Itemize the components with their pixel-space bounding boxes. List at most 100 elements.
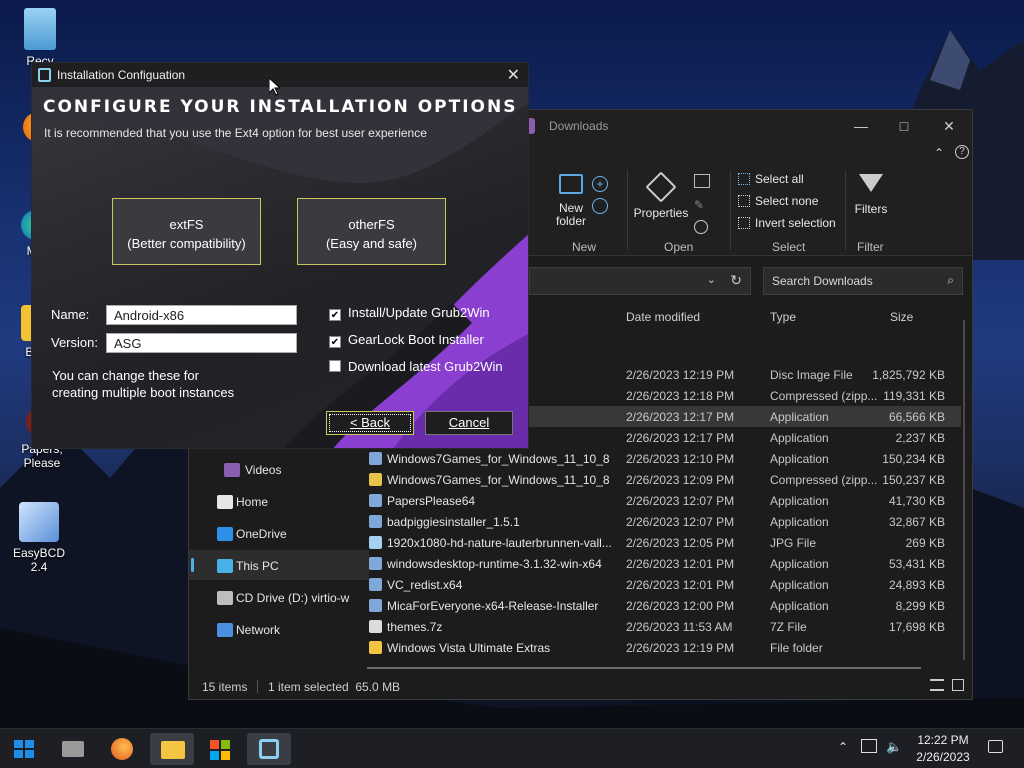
- file-type: File folder: [770, 641, 823, 655]
- open-icon[interactable]: [694, 174, 710, 188]
- nav-item[interactable]: CD Drive (D:) virtio-w: [189, 582, 369, 612]
- nav-item-label: This PC: [236, 559, 279, 573]
- file-row[interactable]: MicaForEveryone-x64-Release-Installer 2/2…: [367, 595, 961, 616]
- network-status-icon[interactable]: [861, 739, 877, 753]
- installer-taskbar-button[interactable]: [247, 733, 291, 765]
- extfs-description: (Better compatibility): [127, 236, 246, 251]
- details-view-icon[interactable]: [930, 679, 944, 691]
- easy-access-icon[interactable]: [592, 198, 608, 214]
- file-row[interactable]: 1920x1080-hd-nature-lauterbrunnen-vall..…: [367, 532, 961, 553]
- clock-time[interactable]: 12:22 PM: [916, 733, 970, 747]
- file-row[interactable]: Windows7Games_for_Windows_11_10_8 2/26/20…: [367, 448, 961, 469]
- version-field[interactable]: ASG: [106, 333, 297, 353]
- file-type: 7Z File: [770, 620, 807, 634]
- checkbox-checked-icon[interactable]: ✔: [329, 336, 341, 348]
- select-all-label: Select all: [755, 172, 804, 186]
- file-row[interactable]: badpiggiesinstaller_1.5.1 2/26/2023 12:07…: [367, 511, 961, 532]
- edit-icon[interactable]: ✎: [694, 198, 708, 212]
- option-checkbox[interactable]: ✔ Install/Update Grub2Win: [329, 305, 490, 321]
- close-icon[interactable]: ✕: [507, 65, 520, 85]
- file-explorer-taskbar-button[interactable]: [150, 733, 194, 765]
- invert-selection-icon: [738, 217, 750, 229]
- close-button[interactable]: ✕: [939, 116, 959, 136]
- store-taskbar-button[interactable]: [198, 733, 242, 765]
- select-all-button[interactable]: Select all: [738, 172, 804, 186]
- search-placeholder: Search Downloads: [772, 274, 873, 288]
- tiles-view-icon[interactable]: [952, 679, 964, 691]
- name-label: Name:: [51, 307, 90, 322]
- minimize-button[interactable]: —: [851, 116, 871, 136]
- windows-logo-icon: [14, 740, 34, 758]
- column-header-date[interactable]: Date modified: [626, 310, 700, 324]
- select-none-icon: [738, 195, 750, 207]
- group-open-label: Open: [664, 240, 694, 254]
- invert-selection-button[interactable]: Invert selection: [738, 216, 836, 230]
- select-none-button[interactable]: Select none: [738, 194, 818, 208]
- file-size: 32,867 KB: [888, 515, 945, 529]
- column-header-type[interactable]: Type: [770, 310, 796, 324]
- nav-item[interactable]: Home: [189, 486, 369, 516]
- firefox-taskbar-button[interactable]: [100, 733, 144, 765]
- new-item-icon[interactable]: +: [592, 176, 608, 192]
- select-all-icon: [738, 173, 750, 185]
- nav-item[interactable]: Network: [189, 614, 369, 644]
- checkbox-unchecked-icon[interactable]: [329, 360, 341, 372]
- file-date: 2/26/2023 12:09 PM: [626, 473, 735, 487]
- nav-item[interactable]: This PC: [189, 550, 369, 580]
- help-icon[interactable]: ?: [955, 145, 969, 159]
- file-date: 2/26/2023 12:07 PM: [626, 494, 735, 508]
- vertical-scrollbar[interactable]: [963, 320, 965, 660]
- file-size: 17,698 KB: [888, 620, 945, 634]
- desktop-icon-easybcd[interactable]: EasyBCD 2.4: [3, 502, 75, 574]
- history-icon[interactable]: [694, 220, 708, 234]
- address-bar[interactable]: ⌄ ↻: [529, 267, 751, 295]
- status-item-count: 15 items: [202, 680, 248, 694]
- nav-item-label: Home: [236, 495, 269, 509]
- nav-item[interactable]: OneDrive: [189, 518, 369, 548]
- notifications-icon[interactable]: [988, 740, 1003, 753]
- column-header-size[interactable]: Size: [890, 310, 913, 324]
- file-size: 2,237 KB: [895, 431, 945, 445]
- otherfs-description: (Easy and safe): [325, 236, 418, 251]
- file-size: 41,730 KB: [888, 494, 945, 508]
- horizontal-scrollbar[interactable]: [367, 667, 921, 669]
- checkbox-checked-icon[interactable]: ✔: [329, 309, 341, 321]
- app-icon: [369, 494, 382, 507]
- store-icon: [210, 740, 230, 760]
- maximize-button[interactable]: □: [894, 116, 914, 136]
- back-button[interactable]: < Back: [326, 411, 414, 435]
- file-type: Application: [770, 431, 829, 445]
- task-view-button[interactable]: [50, 733, 94, 765]
- ribbon-collapse-icon[interactable]: ⌃: [934, 146, 944, 160]
- file-row[interactable]: PapersPlease64 2/26/2023 12:07 PM Applicat…: [367, 490, 961, 511]
- file-size: 66,566 KB: [888, 410, 945, 424]
- extfs-option-button[interactable]: extFS (Better compatibility): [112, 198, 261, 265]
- refresh-icon[interactable]: ↻: [730, 272, 742, 289]
- volume-muted-icon[interactable]: 🔈: [886, 739, 902, 755]
- chevron-down-icon[interactable]: ⌄: [707, 273, 716, 286]
- name-field[interactable]: Android-x86: [106, 305, 297, 325]
- file-row[interactable]: Windows7Games_for_Windows_11_10_8 2/26/20…: [367, 469, 961, 490]
- file-row[interactable]: windowsdesktop-runtime-3.1.32-win-x64 2/2…: [367, 553, 961, 574]
- filters-button[interactable]: Filters: [853, 174, 889, 216]
- properties-button[interactable]: Properties: [633, 171, 689, 220]
- file-row[interactable]: VC_redist.x64 2/26/2023 12:01 PM Applicati…: [367, 574, 961, 595]
- cd-drive-icon: [217, 591, 233, 605]
- option-checkbox[interactable]: ✔ GearLock Boot Installer: [329, 332, 484, 348]
- otherfs-option-button[interactable]: otherFS (Easy and safe): [297, 198, 446, 265]
- nav-item[interactable]: Videos: [189, 454, 369, 484]
- file-row[interactable]: Windows Vista Ultimate Extras 2/26/2023 1…: [367, 637, 961, 658]
- new-folder-button[interactable]: New folder: [551, 174, 591, 228]
- show-hidden-icons-icon[interactable]: ⌃: [838, 740, 848, 754]
- home-icon: [217, 495, 233, 509]
- desktop-icon-recycle-bin[interactable]: Recy: [4, 8, 76, 68]
- nav-item-label: OneDrive: [236, 527, 287, 541]
- option-checkbox[interactable]: Download latest Grub2Win: [329, 359, 503, 374]
- clock-date[interactable]: 2/26/2023: [910, 750, 976, 764]
- file-row[interactable]: themes.7z 2/26/2023 11:53 AM 7Z File 17,698…: [367, 616, 961, 637]
- cancel-button[interactable]: Cancel: [425, 411, 513, 435]
- start-button[interactable]: [2, 733, 46, 765]
- group-new-label: New: [572, 240, 597, 254]
- search-input[interactable]: Search Downloads ⌕: [763, 267, 963, 295]
- extfs-label: extFS: [169, 217, 204, 232]
